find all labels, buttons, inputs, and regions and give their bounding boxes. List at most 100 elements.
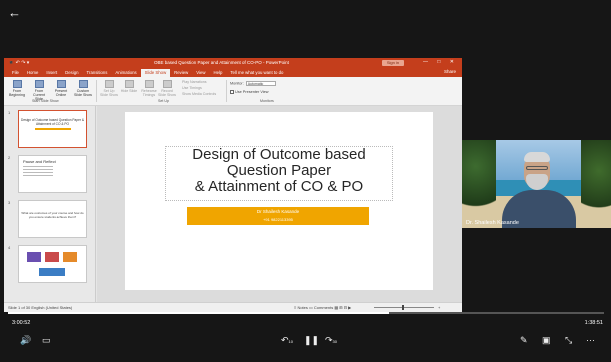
captions-icon[interactable]: ▭ [42,335,51,345]
group-set-up: Set Up [158,99,169,103]
button-label: From Beginning [9,89,25,97]
show-media-controls-option[interactable]: Show Media Controls [182,92,216,96]
play-icon [34,80,44,88]
slide-thumbnail-3[interactable]: What are outcomes of your course and how… [18,200,87,238]
author-contact: +91 9822113395 [263,217,293,222]
tab-insert[interactable]: Insert [42,69,61,77]
author-banner: Dr Shailesh Kasande +91 9822113395 [187,207,369,225]
thumbnail-line [23,169,53,170]
tab-file[interactable]: File [8,69,23,77]
status-view-buttons[interactable]: ≡ Notes ▭ Comments ▦ ⊞ ⊟ ▶ [294,305,351,310]
pause-button[interactable]: ❚❚ [304,335,319,345]
thumbnail-line [23,166,53,167]
ribbon-separator [96,80,97,102]
slide-title-line: & Attainment of CO & PO [194,178,364,195]
window-controls[interactable]: — □ ✕ [423,59,458,65]
sign-in-button[interactable]: Sign in [382,60,404,66]
more-options-icon[interactable]: ··· [586,335,595,345]
total-time: 1:38:51 [584,320,603,326]
monitor-dropdown[interactable]: Automatic [245,81,276,86]
tab-animations[interactable]: Animations [111,69,140,77]
elapsed-time: 3:00:52 [12,320,31,326]
set-up-slide-show-button[interactable]: Set Up Slide Show [100,80,118,97]
use-timings-option[interactable]: Use Timings [182,86,202,90]
button-label: Record Slide Show [158,89,176,97]
ribbon-separator [226,80,227,102]
tab-transitions[interactable]: Transitions [83,69,112,77]
volume-icon[interactable]: 🔊 [20,335,31,345]
group-start-slide-show: Start Slide Show [32,99,59,103]
button-label: Present Online [54,89,68,97]
group-monitors: Monitors [260,99,274,103]
back-arrow-icon[interactable]: ← [8,6,21,20]
slide-title-line: Question Paper [226,162,332,179]
timer-icon [144,80,154,88]
slide-editing-canvas: Design of Outcome based Question Paper &… [97,106,462,302]
thumbnail-text: What are outcomes of your course and how… [21,211,84,219]
play-icon [12,80,22,88]
ppt-titlebar: ◾ ↶ ↷ ▾ OBE based Question Paper and Att… [4,58,462,68]
video-controls: 3:00:52 1:38:51 🔊 ▭ ↶10 ❚❚ ↷30 ✎ ▣ ⤡ ··· [0,312,611,362]
share-button[interactable]: Share [444,69,456,74]
monitor-label: Monitor: [230,81,244,86]
fullscreen-icon[interactable]: ⤡ [565,335,572,345]
rewind-icon: ↶ [281,335,289,345]
presenter-view-checkbox[interactable]: Use Presenter View [230,90,268,94]
seek-bar[interactable] [8,312,604,314]
speaker-glasses [526,166,548,170]
rewind-10-button[interactable]: ↶10 [281,335,293,347]
thumbnail-title: Design of Outcome based Question Paper &… [21,118,84,126]
thumbnail-number: 4 [8,245,11,250]
slide-thumbnail-2[interactable]: Pause and Reflect [18,155,87,193]
speaker-name-label: Dr. Shailesh Kasande [466,220,519,226]
title-placeholder[interactable]: Design of Outcome based Question Paper &… [165,146,393,201]
speaker-hair [524,152,550,162]
slide-title: Design of Outcome based Question Paper &… [166,147,392,195]
button-label: Set Up Slide Show [100,89,118,97]
thumbnail-title: Pause and Reflect [23,159,56,164]
tab-review[interactable]: Review [170,69,192,77]
quick-access-toolbar[interactable]: ◾ ↶ ↷ ▾ [8,60,29,66]
slide-thumbnail-1[interactable]: Design of Outcome based Question Paper &… [18,110,87,148]
hide-slide-button[interactable]: Hide Slide [120,80,138,93]
presenter-view-label: Use Presenter View [235,90,269,94]
ribbon-tabs: File Home Insert Design Transitions Animation… [4,68,462,77]
slide-thumbnail-4[interactable] [18,245,87,283]
current-slide[interactable]: Design of Outcome based Question Paper &… [125,112,433,290]
zoom-in-button[interactable]: + [438,305,440,310]
tab-design[interactable]: Design [61,69,82,77]
globe-icon [56,80,66,88]
thumbnail-number: 1 [8,110,11,115]
from-beginning-button[interactable]: From Beginning [8,80,26,97]
status-left: Slide 1 of 30 English (United States) [8,305,73,310]
rehearse-timings-button[interactable]: Rehearse Timings [140,80,158,97]
forward-30-button[interactable]: ↷30 [325,335,337,347]
tab-view[interactable]: View [192,69,209,77]
tab-help[interactable]: Help [210,69,227,77]
thumbnail-orange-bar [34,128,71,130]
record-slide-show-button[interactable]: Record Slide Show [158,80,176,97]
seek-bar-fill [8,312,390,314]
ppt-workspace: 1 Design of Outcome based Question Paper… [4,106,462,302]
custom-slide-show-button[interactable]: Custom Slide Show [74,80,92,97]
zoom-slider-knob[interactable] [402,305,404,310]
slides-icon [78,80,88,88]
present-online-button[interactable]: Present Online [52,80,70,97]
play-narrations-option[interactable]: Play Narrations [182,80,207,84]
slide-thumbnail-pane: 1 Design of Outcome based Question Paper… [4,106,96,302]
thumbnail-number: 2 [8,155,11,160]
checkbox-icon [230,90,234,94]
tab-home[interactable]: Home [23,69,42,77]
from-current-slide-button[interactable]: From Current Slide [30,80,48,101]
ppt-status-bar: Slide 1 of 30 English (United States) ≡ … [4,302,462,312]
button-label: Custom Slide Show [74,89,92,97]
monitor-select[interactable]: Monitor: Automatic [230,81,276,86]
zoom-slider[interactable] [374,307,434,308]
edit-icon[interactable]: ✎ [520,335,528,345]
setup-icon [104,80,114,88]
tab-tell-me-what-you-want-to-do[interactable]: Tell me what you want to do [226,69,287,77]
tab-slide-show[interactable]: Slide Show [140,69,171,77]
subtitle-icon[interactable]: ▣ [542,335,551,345]
thumbnail-number: 3 [8,200,11,205]
ribbon-slide-show: From Beginning From Current Slide Presen… [4,77,462,106]
